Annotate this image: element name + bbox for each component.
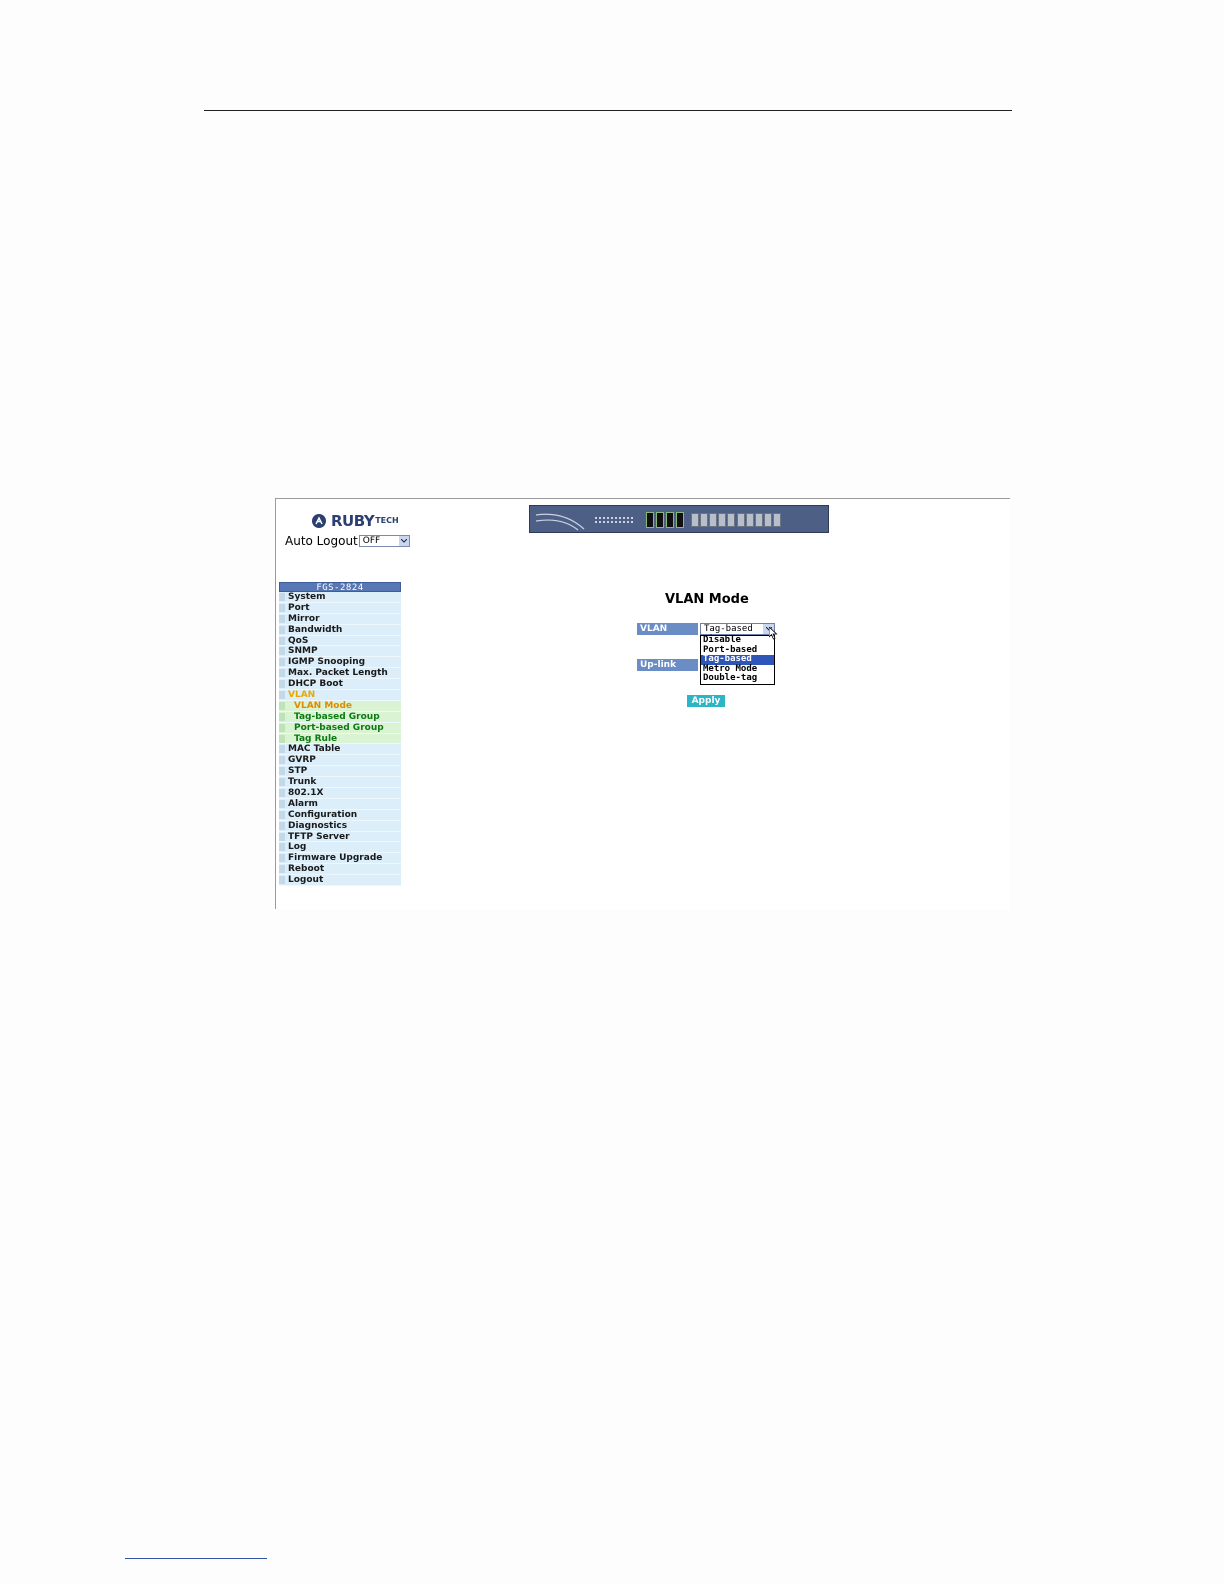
sidebar-subitem-tag-rule[interactable]: Tag Rule [279, 733, 401, 745]
panel-ports-group-1 [691, 513, 735, 527]
sidebar-subitem-tag-based-group[interactable]: Tag-based Group [279, 711, 401, 723]
panel-ports-group-2 [737, 513, 781, 527]
sidebar-item-dhcp-boot[interactable]: DHCP Boot [279, 679, 401, 691]
page-top-rule [204, 110, 1012, 111]
logo-mark-icon [312, 514, 326, 528]
sidebar-item-qos[interactable]: QoS [279, 635, 401, 647]
screenshot-frame: RUBY TECH Auto Logout OFF FGS-2824 Syste… [275, 498, 1010, 909]
sidebar-item-port[interactable]: Port [279, 602, 401, 614]
logo-brand: RUBY [331, 512, 375, 530]
sidebar-subitem-port-based-group[interactable]: Port-based Group [279, 722, 401, 734]
sidebar-item-mirror[interactable]: Mirror [279, 613, 401, 625]
sidebar-item-bandwidth[interactable]: Bandwidth [279, 624, 401, 636]
sidebar-item-firmware-upgrade[interactable]: Firmware Upgrade [279, 853, 401, 865]
sidebar-item-alarm[interactable]: Alarm [279, 798, 401, 810]
auto-logout-select[interactable]: OFF [358, 535, 410, 547]
sidebar-item-gvrp[interactable]: GVRP [279, 755, 401, 767]
sidebar-item-diagnostics[interactable]: Diagnostics [279, 820, 401, 832]
sidebar-item-system[interactable]: System [279, 592, 401, 603]
apply-button[interactable]: Apply [687, 695, 725, 707]
sidebar-item-igmp-snooping[interactable]: IGMP Snooping [279, 657, 401, 669]
sidebar-item-mac-table[interactable]: MAC Table [279, 744, 401, 756]
sidebar-subitem-vlan-mode[interactable]: VLAN Mode [279, 700, 401, 712]
sidebar-item-configuration[interactable]: Configuration [279, 809, 401, 821]
sidebar-item-tftp-server[interactable]: TFTP Server [279, 831, 401, 843]
uplink-port-label: Up-link Port [637, 659, 698, 682]
page-title: VLAN Mode [665, 592, 749, 607]
menu-device-title: FGS-2824 [279, 582, 401, 593]
vlan-mode-selected-value: Tag-based [704, 624, 753, 634]
sidebar-item-logout[interactable]: Logout [279, 875, 401, 887]
sidebar-item-stp[interactable]: STP [279, 766, 401, 778]
option-double-tag[interactable]: Double-tag [701, 674, 774, 684]
sidebar-item-vlan[interactable]: VLAN [279, 690, 401, 701]
sidebar-item-log[interactable]: Log [279, 842, 401, 854]
vlan-mode-label: VLAN Mode [637, 623, 698, 646]
sidebar-item-8021x[interactable]: 802.1X [279, 788, 401, 799]
sidebar-item-reboot[interactable]: Reboot [279, 864, 401, 876]
auto-logout: Auto Logout OFF [285, 534, 410, 548]
logo-brand-suffix: TECH [375, 516, 399, 525]
switch-front-panel-image [529, 505, 829, 533]
mouse-cursor-icon [769, 627, 778, 640]
panel-swoosh-graphic [535, 513, 585, 531]
page-bottom-link-rule [125, 1558, 267, 1559]
sidebar-item-max-packet-length[interactable]: Max. Packet Length [279, 668, 401, 680]
auto-logout-value: OFF [362, 536, 381, 546]
vlan-mode-dropdown-list: Disable Port-based Tag-based Metro Mode … [700, 635, 775, 685]
ruby-tech-logo: RUBY TECH [312, 513, 399, 529]
panel-ports-gigabit [646, 512, 684, 528]
vlan-mode-select[interactable]: Tag-based [700, 623, 775, 635]
chevron-down-icon[interactable] [398, 536, 409, 546]
auto-logout-label: Auto Logout [285, 534, 358, 548]
sidebar-menu: FGS-2824 System Port Mirror Bandwidth Qo… [279, 582, 401, 887]
panel-leds [594, 516, 634, 524]
sidebar-item-trunk[interactable]: Trunk [279, 777, 401, 789]
sidebar-item-snmp[interactable]: SNMP [279, 646, 401, 658]
